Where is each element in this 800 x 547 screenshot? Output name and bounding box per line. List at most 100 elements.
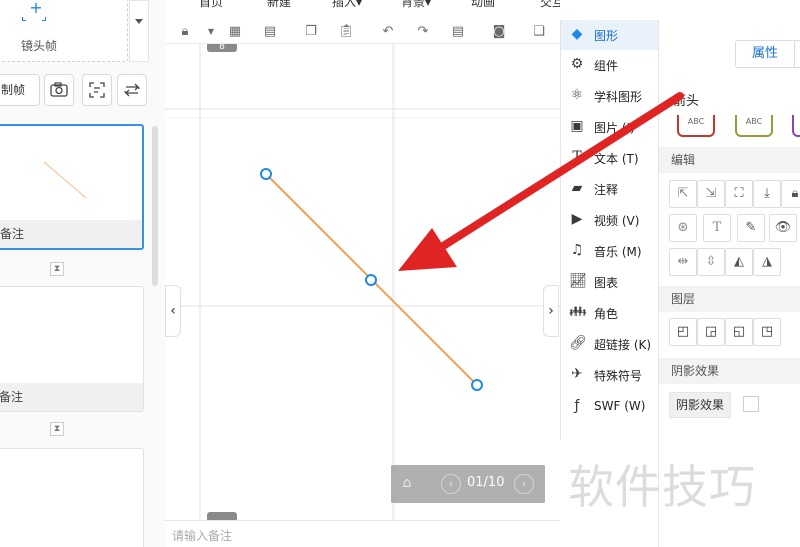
- home-icon[interactable]: ⌂: [397, 473, 417, 493]
- insert-item-shape[interactable]: ◆ 图形: [561, 20, 659, 50]
- menu-animation[interactable]: 动画: [471, 0, 495, 10]
- tab-next[interactable]: [794, 40, 800, 68]
- chart-icon: 📈︎: [569, 273, 587, 289]
- collapse-right-panel-button[interactable]: ›: [543, 285, 559, 337]
- shadow-toggle-label[interactable]: 阴影效果: [669, 392, 732, 418]
- menu-insert[interactable]: 插入▾: [332, 0, 362, 10]
- text-icon[interactable]: T: [703, 214, 731, 242]
- clear-format-icon[interactable]: ▤: [450, 24, 466, 40]
- shape-icon: ◆: [571, 26, 583, 42]
- canvas-toolbar: 🔒︎ ▼ ▦ ▤ ❐ 📋︎ ↶ ↷ ▤ ◙ ❏: [165, 20, 560, 44]
- arrow-style-option[interactable]: ABC: [677, 115, 715, 137]
- frame-thumbnail[interactable]: [0, 448, 144, 547]
- download-icon[interactable]: ⤓: [753, 180, 781, 208]
- insert-item-component[interactable]: ⚙ 组件: [561, 50, 659, 80]
- menu-new[interactable]: 新建: [267, 0, 291, 10]
- insert-item-swf[interactable]: ƒ SWF (W): [561, 392, 659, 422]
- flip-v-icon[interactable]: ⇳: [697, 248, 725, 276]
- send-back-icon[interactable]: ◳: [753, 318, 781, 346]
- insert-item-special-symbol[interactable]: ✈ 特殊符号: [561, 360, 659, 390]
- shadow-checkbox[interactable]: [743, 396, 759, 412]
- copy-icon[interactable]: ❐: [303, 24, 319, 40]
- line-end-handle[interactable]: [471, 379, 483, 391]
- prev-frame-button[interactable]: ‹: [441, 474, 461, 494]
- align-icon[interactable]: ⇱: [669, 180, 697, 208]
- brush-icon[interactable]: ✎: [737, 214, 765, 242]
- insert-item-subject-shape[interactable]: ⚛ 学科图形: [561, 81, 659, 111]
- transition-icon[interactable]: ⧗: [50, 422, 64, 436]
- chevron-left-icon: ‹: [170, 303, 176, 319]
- menu-home[interactable]: 首页: [199, 0, 223, 10]
- arrow-style-option[interactable]: [792, 115, 800, 137]
- bring-forward-icon[interactable]: ◲: [697, 318, 725, 346]
- undo-icon[interactable]: ↶: [380, 24, 396, 40]
- grid-icon[interactable]: ▦: [227, 24, 243, 40]
- caret-down-icon[interactable]: ▼: [203, 24, 219, 40]
- scan-frame-button[interactable]: [82, 74, 112, 106]
- menu-interaction[interactable]: 交互: [540, 0, 560, 10]
- copy-frame-button[interactable]: 制帧: [0, 74, 40, 106]
- redo-icon[interactable]: ↷: [415, 24, 431, 40]
- insert-item-label: 图形: [594, 29, 619, 43]
- insert-item-label: 图片 (I): [594, 121, 635, 135]
- collapse-left-panel-button[interactable]: ‹: [165, 285, 181, 337]
- component-icon: ⚙: [570, 56, 584, 72]
- role-icon: 👪︎: [569, 304, 587, 320]
- frame-pager: ⌂ ‹ 01/10 ›: [391, 465, 545, 503]
- insert-item-video[interactable]: ▶ 视频 (V): [561, 205, 659, 235]
- text-icon: T: [572, 149, 582, 165]
- thumbnail-line-preview: [43, 161, 87, 199]
- insert-menu: ◆ 图形 ⚙ 组件 ⚛ 学科图形 ▣ 图片 (I) T 文本 (T) ▰ 注释 …: [560, 20, 659, 440]
- bring-front-icon[interactable]: ◰: [669, 318, 697, 346]
- send-backward-icon[interactable]: ◱: [725, 318, 753, 346]
- video-icon: ▶: [571, 211, 583, 227]
- style-option-text: ABC: [745, 117, 763, 126]
- arrow-style-label: 箭头: [673, 94, 700, 109]
- line-mid-handle[interactable]: [365, 274, 377, 286]
- switch-button[interactable]: [117, 74, 147, 106]
- left-panel-scrollbar[interactable]: [152, 126, 158, 286]
- insert-item-music[interactable]: ♫ 音乐 (M): [561, 236, 659, 266]
- paste-icon[interactable]: 📋︎: [338, 24, 355, 40]
- frame-panel: + 镜头帧 制帧 备注 ⧗ 备注 ⧗: [0, 0, 165, 547]
- frame-dropdown-button[interactable]: [129, 0, 149, 62]
- flip-h-icon[interactable]: ⇹: [669, 248, 697, 276]
- insert-item-text[interactable]: T 文本 (T): [561, 143, 659, 173]
- menu-background[interactable]: 背景▾: [401, 0, 431, 10]
- crop-icon[interactable]: ⛶: [725, 180, 753, 208]
- mirror-v-icon[interactable]: ◮: [753, 248, 781, 276]
- frame-counter: 01/10: [467, 475, 505, 490]
- mirror-h-icon[interactable]: ◭: [725, 248, 753, 276]
- insert-item-role[interactable]: 👪︎ 角色: [561, 298, 659, 328]
- reset-icon[interactable]: ⊛: [669, 214, 697, 242]
- insert-item-comment[interactable]: ▰ 注释: [561, 174, 659, 204]
- frame-thumbnail[interactable]: 备注: [0, 124, 144, 250]
- arrow-style-option[interactable]: ABC: [735, 115, 773, 137]
- grid-settings-icon[interactable]: ▤: [262, 24, 278, 40]
- insert-item-hyperlink[interactable]: 🔗︎ 超链接 (K): [561, 329, 659, 359]
- note-input[interactable]: 请输入备注: [165, 520, 560, 547]
- canvas-grid: [165, 44, 560, 520]
- ruler-marker: [207, 512, 237, 520]
- add-frame-button[interactable]: + 镜头帧: [0, 0, 128, 62]
- music-icon: ♫: [570, 242, 584, 258]
- lock-icon[interactable]: 🔒︎: [177, 24, 193, 40]
- eye-icon[interactable]: 👁︎: [769, 214, 797, 242]
- section-edit: 编辑: [659, 147, 800, 173]
- tab-properties[interactable]: 属性: [735, 40, 795, 68]
- insert-item-image[interactable]: ▣ 图片 (I): [561, 112, 659, 142]
- next-frame-button[interactable]: ›: [514, 474, 534, 494]
- lock-icon[interactable]: 🔒︎: [781, 180, 800, 208]
- distribute-icon[interactable]: ⇲: [697, 180, 725, 208]
- transition-icon[interactable]: ⧗: [50, 262, 64, 276]
- frame-thumbnail[interactable]: 备注: [0, 286, 144, 412]
- camera-button[interactable]: [44, 74, 74, 106]
- insert-item-chart[interactable]: 📈︎ 图表: [561, 267, 659, 297]
- ruler-marker: 8: [207, 44, 237, 52]
- window-icon[interactable]: ❏: [531, 24, 547, 40]
- image-icon: ▣: [570, 118, 584, 134]
- editing-canvas[interactable]: 8: [165, 44, 560, 520]
- line-start-handle[interactable]: [260, 168, 272, 180]
- screenshot-icon[interactable]: ◙: [491, 24, 507, 40]
- insert-item-label: 音乐 (M): [594, 245, 642, 259]
